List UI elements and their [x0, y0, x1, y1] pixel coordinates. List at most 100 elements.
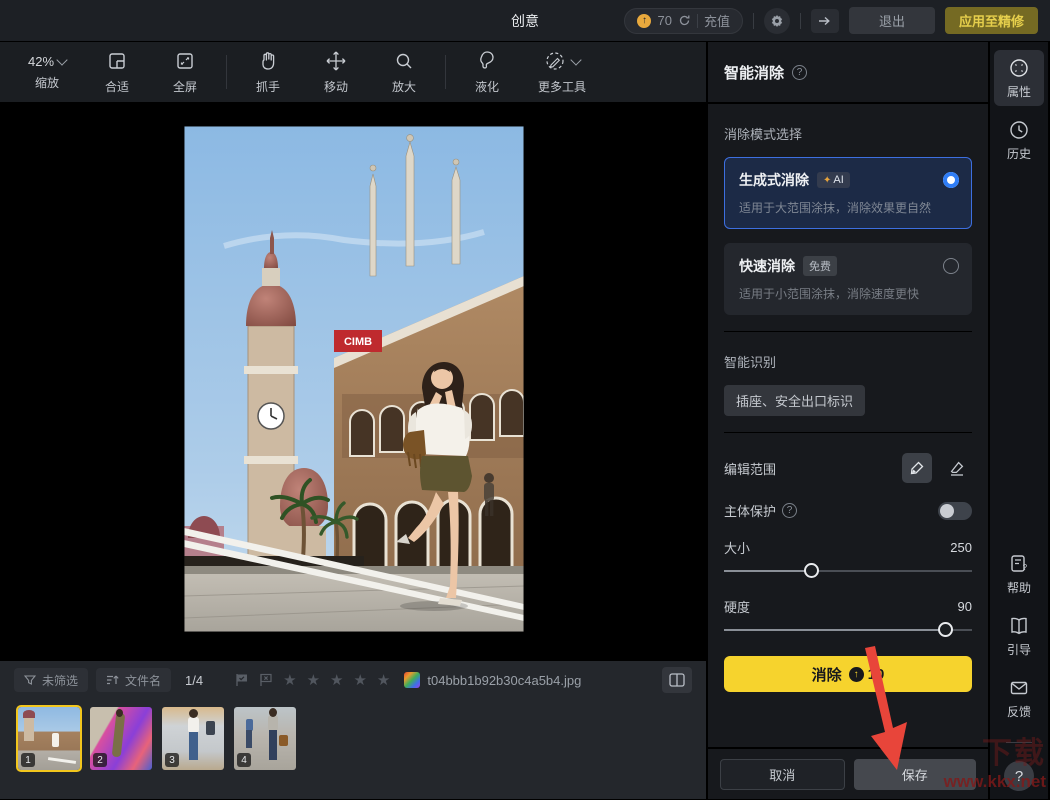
sort-button[interactable]: 文件名	[96, 668, 171, 692]
chevron-down-icon	[56, 54, 67, 65]
thumbnail-4[interactable]: 4	[234, 707, 296, 770]
help-question-icon[interactable]: ?	[792, 65, 807, 80]
size-row: 大小 250	[724, 538, 972, 557]
pill-divider	[697, 14, 698, 28]
tools-toolbar: 42% 缩放 合适 全屏	[0, 42, 706, 104]
section-divider2	[724, 432, 972, 433]
erase-button[interactable]: 消除 ↑ 10	[724, 656, 972, 692]
tab-help[interactable]: ? 帮助	[994, 546, 1044, 602]
brush-tool-button[interactable]	[902, 453, 932, 483]
hand-icon	[258, 49, 278, 73]
properties-panel: 智能消除 ? 消除模式选择 生成式消除 ✦AI 适用于大范围涂抹，消除效果更自然…	[708, 42, 990, 799]
rail-divider	[1006, 742, 1032, 743]
image-counter: 1/4	[185, 673, 203, 688]
settings-gear-button[interactable]	[764, 8, 790, 34]
flag-accept-icon[interactable]	[235, 673, 249, 687]
toolbar-separator	[226, 55, 227, 89]
color-label-icon[interactable]	[404, 672, 420, 688]
panel-footer: 取消 保存	[708, 747, 988, 799]
thumbnail-2[interactable]: 2	[90, 707, 152, 770]
toggle-knob	[940, 504, 954, 518]
filter-button[interactable]: 未筛选	[14, 668, 88, 692]
recharge-button[interactable]: 充值	[704, 11, 730, 30]
topbar-divider2	[800, 13, 801, 29]
hardness-slider[interactable]	[724, 620, 972, 640]
ai-badge: ✦AI	[817, 172, 850, 188]
toolbar-separator2	[445, 55, 446, 89]
topbar-divider	[753, 13, 754, 29]
mode-section-title: 消除模式选择	[724, 124, 972, 143]
editor-canvas[interactable]: CIMB	[0, 104, 706, 661]
coin-balance-pill[interactable]: ↑ 70 充值	[624, 8, 742, 34]
eraser-tool-button[interactable]	[942, 453, 972, 483]
split-view-button[interactable]	[662, 667, 692, 693]
star-icon-1[interactable]: ★	[283, 671, 296, 689]
tool-move[interactable]: 移动	[305, 49, 367, 95]
size-label: 大小	[724, 538, 750, 557]
properties-icon	[1008, 57, 1030, 79]
zoom-label: 缩放	[35, 74, 59, 91]
photo[interactable]: CIMB	[184, 126, 524, 632]
subject-protect-toggle[interactable]	[938, 502, 972, 520]
star-icon-3[interactable]: ★	[330, 671, 343, 689]
export-button[interactable]	[811, 9, 839, 33]
thumbnail-1[interactable]: 1	[18, 707, 80, 770]
subject-protect-help-icon[interactable]: ?	[782, 503, 797, 518]
tool-fit[interactable]: 合适	[86, 49, 148, 95]
thumbnail-3[interactable]: 3	[162, 707, 224, 770]
size-slider-thumb[interactable]	[804, 563, 819, 578]
radio-selected-icon[interactable]	[943, 172, 959, 188]
subject-protect-row: 主体保护 ?	[724, 501, 972, 520]
hardness-value: 90	[958, 599, 972, 614]
recognition-chip[interactable]: 插座、安全出口标识	[724, 385, 865, 416]
flag-reject-icon[interactable]	[259, 673, 273, 687]
tool-magnify[interactable]: 放大	[373, 49, 435, 95]
chevron-down-icon	[570, 54, 581, 65]
radio-unselected-icon[interactable]	[943, 258, 959, 274]
cancel-button[interactable]: 取消	[720, 759, 845, 790]
size-slider[interactable]	[724, 561, 972, 581]
tool-more[interactable]: 更多工具	[524, 49, 600, 95]
sparkle-icon: ✦	[823, 175, 831, 186]
tool-hand[interactable]: 抓手	[237, 49, 299, 95]
tool-fullscreen[interactable]: 全屏	[154, 49, 216, 95]
mode-generative-erase[interactable]: 生成式消除 ✦AI 适用于大范围涂抹，消除效果更自然	[724, 157, 972, 229]
svg-text:CIMB: CIMB	[344, 336, 372, 348]
zoom-dropdown[interactable]: 42% 缩放	[14, 54, 80, 91]
edit-range-row: 编辑范围	[724, 453, 972, 483]
save-button[interactable]: 保存	[854, 759, 977, 790]
tab-properties[interactable]: 属性	[994, 50, 1044, 106]
mode-quick-erase[interactable]: 快速消除 免费 适用于小范围涂抹，消除速度更快	[724, 243, 972, 315]
star-icon-5[interactable]: ★	[377, 671, 390, 689]
tab-guide[interactable]: 引导	[994, 608, 1044, 664]
thumbnail-strip: 1 2 3 4	[0, 699, 706, 799]
coin-count: 70	[657, 13, 671, 28]
fullscreen-icon	[175, 49, 195, 73]
filename-display: t04bbb1b92b30c4a5b4.jpg	[404, 672, 581, 688]
topbar: 创意 ↑ 70 充值 退出 应用至精修	[0, 0, 1050, 42]
refresh-icon[interactable]	[678, 14, 691, 27]
size-value: 250	[950, 540, 972, 555]
exit-button[interactable]: 退出	[849, 7, 935, 34]
hardness-label: 硬度	[724, 597, 750, 616]
export-arrow-icon	[818, 15, 832, 27]
tab-feedback[interactable]: 反馈	[994, 670, 1044, 726]
photo-cimb-sign: CIMB	[334, 330, 382, 352]
gear-icon	[770, 14, 784, 28]
split-view-icon	[669, 673, 685, 687]
apply-to-retouch-button[interactable]: 应用至精修	[945, 7, 1038, 34]
tool-liquify[interactable]: 液化	[456, 49, 518, 95]
hardness-slider-thumb[interactable]	[938, 622, 953, 637]
filter-icon	[24, 674, 36, 686]
edit-range-label: 编辑范围	[724, 459, 776, 478]
brush-icon	[908, 459, 926, 477]
global-help-button[interactable]: ?	[1004, 761, 1034, 791]
sort-icon	[106, 674, 119, 686]
tab-history[interactable]: 历史	[994, 112, 1044, 168]
erase-cost: 10	[868, 666, 885, 683]
star-icon-4[interactable]: ★	[353, 671, 366, 689]
star-icon-2[interactable]: ★	[307, 671, 320, 689]
liquify-icon	[477, 49, 497, 73]
recognition-section-title: 智能识别	[724, 352, 972, 371]
panel-title: 智能消除	[724, 62, 784, 83]
